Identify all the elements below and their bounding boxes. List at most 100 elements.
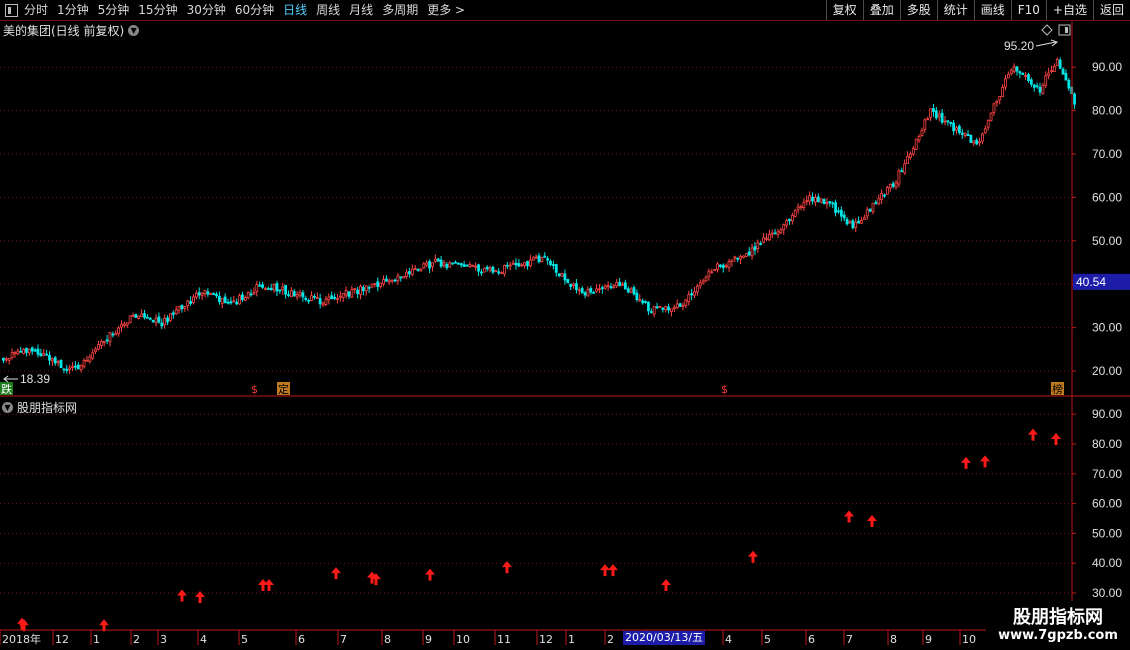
candle-body	[822, 198, 826, 205]
candle-body	[566, 278, 570, 284]
high-price-label: 95.20	[1004, 39, 1034, 53]
toolbar-button-5[interactable]: F10	[1010, 0, 1046, 20]
period-tab-6[interactable]: 日线	[283, 0, 307, 20]
x-tick-label: 9	[425, 633, 432, 646]
candle-body	[790, 215, 794, 222]
candle-body	[762, 237, 765, 243]
candle-body	[1073, 93, 1076, 105]
toolbar-button-4[interactable]: 画线	[973, 0, 1011, 20]
signal-up-arrow	[177, 589, 187, 602]
panel-toggle-icon[interactable]	[1058, 24, 1071, 36]
candle-body	[952, 122, 956, 132]
candle-body	[266, 288, 270, 290]
candle-body	[436, 258, 440, 262]
candle-body	[278, 289, 282, 292]
candle-body	[413, 268, 417, 271]
candle-body	[344, 290, 348, 296]
candle-body	[298, 291, 302, 296]
y-tick-label: 50.00	[1092, 526, 1122, 540]
candle-body	[960, 132, 964, 135]
candle-body	[511, 262, 515, 265]
toolbar-button-3[interactable]: 统计	[936, 0, 974, 20]
candle-body	[462, 264, 466, 267]
candle-body	[194, 292, 198, 298]
period-tab-2[interactable]: 5分钟	[98, 0, 130, 20]
candle-body	[474, 265, 478, 268]
candle-body	[186, 300, 190, 307]
period-tab-1[interactable]: 1分钟	[57, 0, 89, 20]
candle-body	[675, 303, 679, 309]
candle-body	[330, 295, 334, 300]
period-tab-5[interactable]: 60分钟	[235, 0, 274, 20]
candle-body	[295, 294, 299, 298]
candle-body	[1041, 84, 1045, 94]
period-tab-10[interactable]: 更多 >	[427, 0, 465, 20]
x-tick-label: 5	[241, 633, 248, 646]
x-tick-label: 2	[607, 633, 614, 646]
candle-body	[275, 283, 279, 292]
candle-body	[497, 271, 501, 274]
candle-body	[592, 291, 596, 294]
candle-body	[724, 265, 728, 268]
toolbar-button-0[interactable]: 复权	[825, 0, 863, 20]
toolbar-button-7[interactable]: 返回	[1092, 0, 1130, 20]
candle-body	[324, 298, 328, 306]
candle-body	[563, 273, 567, 281]
candle-body	[359, 285, 362, 295]
candle-body	[169, 313, 172, 321]
candle-body	[25, 347, 28, 353]
signal-up-arrow	[867, 514, 877, 527]
candle-body	[243, 297, 247, 301]
candle-body	[318, 298, 322, 305]
candle-body	[433, 258, 437, 262]
candle-body	[667, 306, 670, 311]
signal-arrow-series	[17, 428, 1061, 632]
candle-body	[229, 301, 233, 304]
candle-body	[554, 264, 558, 273]
main-chart-title[interactable]: 美的集团(日线 前复权) ▼	[3, 22, 140, 39]
candle-body	[808, 195, 812, 202]
period-tab-9[interactable]: 多周期	[382, 0, 418, 20]
period-tab-8[interactable]: 月线	[349, 0, 373, 20]
indicator-title[interactable]: ▼ 股朋指标网	[2, 399, 77, 416]
arrow-shape	[177, 589, 187, 602]
candle-body	[877, 198, 881, 205]
candle-body	[577, 289, 581, 292]
candle-body	[799, 206, 803, 209]
candle-body	[171, 312, 175, 315]
candle-body	[405, 271, 408, 278]
candle-body	[284, 284, 288, 295]
x-tick-label: 6	[298, 633, 305, 646]
candle-body	[315, 297, 319, 299]
candle-body	[76, 364, 80, 370]
arrow-shape	[980, 455, 990, 468]
toolbar-button-6[interactable]: +自选	[1045, 0, 1093, 20]
candle-body	[1024, 75, 1028, 77]
y-tick-label: 60.00	[1092, 190, 1122, 204]
candle-body	[448, 262, 452, 268]
candle-body	[629, 288, 633, 293]
candle-body	[197, 292, 201, 296]
candle-body	[891, 183, 895, 187]
kline-chart[interactable]: 90.00 80.00 70.00 60.00 50.00 40.00 30.00 20.00…	[0, 0, 1130, 650]
candle-body	[212, 292, 216, 295]
period-tab-4[interactable]: 30分钟	[187, 0, 226, 20]
layout-toggle-icon[interactable]	[5, 3, 18, 17]
toolbar-button-2[interactable]: 多股	[899, 0, 937, 20]
period-tab-3[interactable]: 15分钟	[138, 0, 177, 20]
period-tab-0[interactable]: 分时	[24, 0, 48, 20]
candle-body	[114, 332, 118, 336]
candle-body	[108, 332, 112, 343]
chevron-down-icon[interactable]: ▼	[128, 25, 140, 36]
candle-body	[347, 291, 351, 297]
candle-body	[903, 163, 907, 174]
candle-body	[739, 256, 742, 260]
candle-body	[396, 275, 400, 282]
chevron-down-icon[interactable]: ▼	[2, 402, 13, 413]
candle-body	[1035, 85, 1039, 88]
toolbar-button-1[interactable]: 叠加	[862, 0, 900, 20]
candle-body	[540, 257, 544, 262]
candle-body	[508, 264, 512, 267]
diamond-icon[interactable]	[1041, 24, 1053, 36]
period-tab-7[interactable]: 周线	[316, 0, 340, 20]
